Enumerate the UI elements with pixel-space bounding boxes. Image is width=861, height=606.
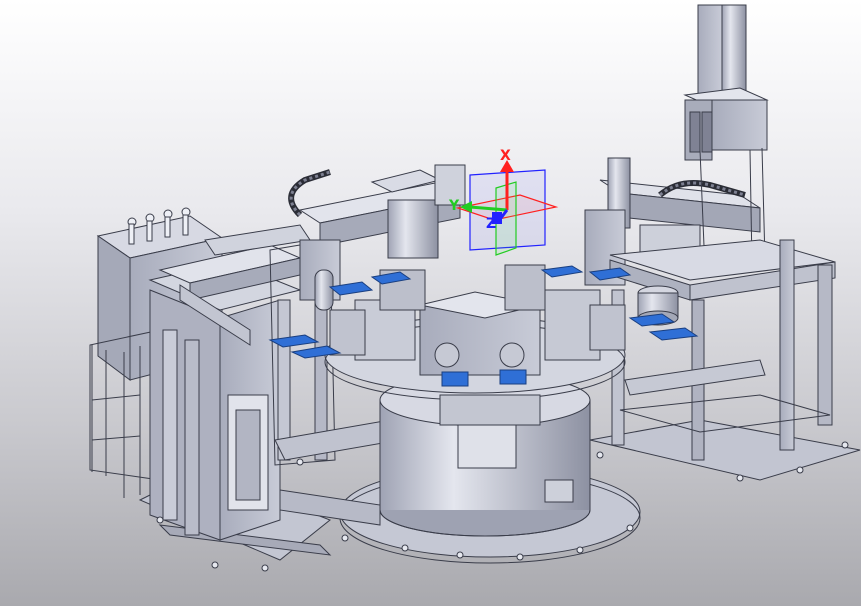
axis-y-label: Y [448,198,460,214]
assembly-model[interactable]: X Y Z [0,0,861,606]
cad-3d-viewport[interactable]: X Y Z [0,0,861,606]
back-left-gantry-robot [288,164,466,311]
axis-x-label: X [500,148,511,164]
axis-z-label: Z [486,216,496,232]
left-gantry-frame [148,261,381,541]
